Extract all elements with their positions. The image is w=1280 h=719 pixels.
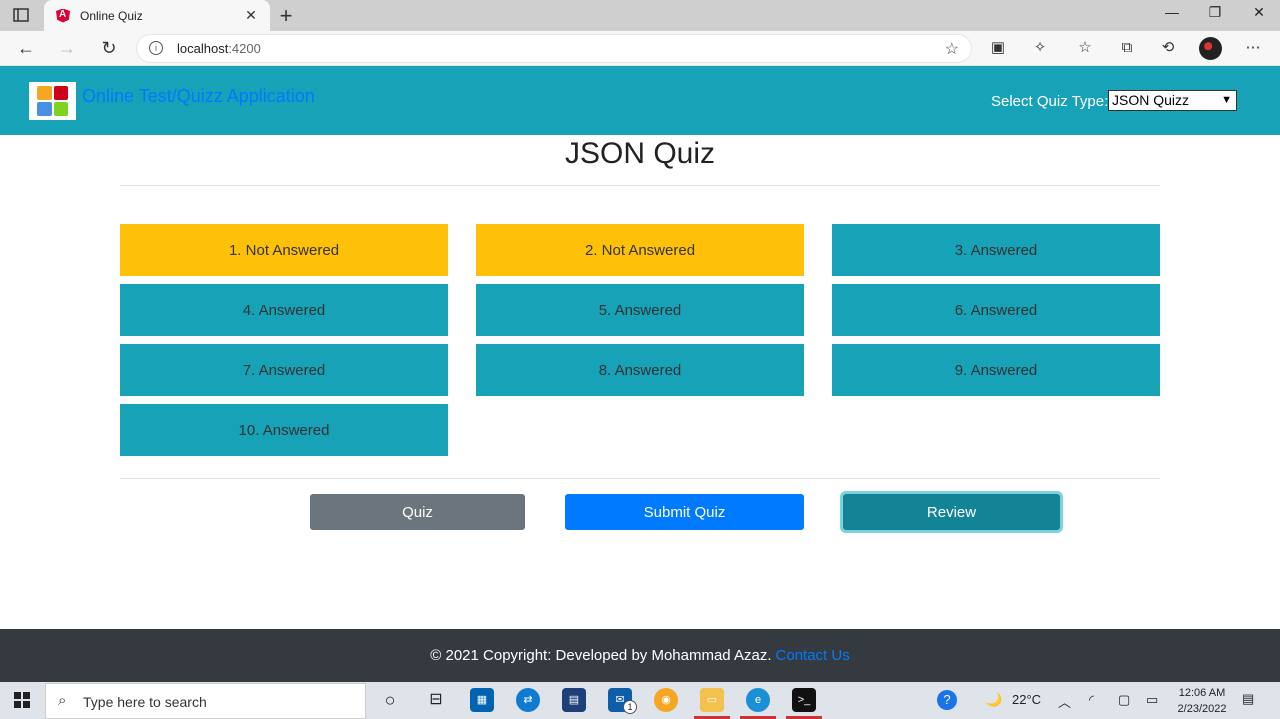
window-close-button[interactable]: ✕ [1237,4,1280,21]
start-tile [23,692,30,699]
divider [120,185,1160,186]
refresh-icon[interactable]: ↻ [96,36,122,60]
file-explorer-icon[interactable]: ▭ [700,688,724,712]
browser-toolbar: ← → ↻ i localhost:4200 ☆ ▣ ✧ ☆ ⧉ ⟲ ⋯ [0,31,1280,66]
mail-badge: 1 [623,700,637,714]
logo-block-4 [53,102,68,116]
url-host: localhost [177,41,229,56]
tab-actions-icon[interactable] [10,6,32,24]
cortana-icon[interactable]: ○ [378,688,402,712]
browser-tab-bar: Online Quiz ✕ + — ❐ ✕ [0,0,1280,31]
question-status-5[interactable]: 5. Answered [476,284,804,336]
browser-tab-online-quiz[interactable]: Online Quiz ✕ [44,0,270,31]
tab-title: Online Quiz [80,8,143,23]
divider [120,478,1160,479]
logo-block-3 [37,102,52,116]
angular-favicon-icon [56,8,70,23]
tab-actions-svg [13,8,29,22]
question-status-10[interactable]: 10. Answered [120,404,448,456]
question-status-4[interactable]: 4. Answered [120,284,448,336]
question-status-2[interactable]: 2. Not Answered [476,224,804,276]
weather-temperature[interactable]: 22°C [1012,692,1041,707]
question-status-9[interactable]: 9. Answered [832,344,1160,396]
help-icon[interactable]: ? [937,690,957,710]
url-port: :4200 [228,41,261,56]
tab-close-icon[interactable]: ✕ [242,7,260,24]
logo-block-2 [53,86,68,100]
windows-start-icon[interactable] [14,692,30,708]
moon-weather-icon[interactable]: 🌙 [986,692,1002,708]
notification-center-icon[interactable]: ▤ [1242,691,1254,707]
more-menu-icon[interactable]: ⋯ [1243,38,1263,58]
site-info-icon[interactable]: i [149,41,163,55]
quiz-type-select[interactable]: JSON Quizz ▼ [1108,90,1237,111]
brand-link[interactable]: Online Test/Quizz Application [82,86,315,107]
brave-browser-icon[interactable]: ◉ [654,688,678,712]
page-title: JSON Quiz [564,137,716,170]
store-icon[interactable]: ▦ [470,688,494,712]
new-tab-button[interactable]: + [275,3,297,29]
question-status-6[interactable]: 6. Answered [832,284,1160,336]
profile-avatar[interactable] [1199,37,1222,60]
history-icon[interactable]: ⟲ [1158,38,1178,58]
app-logo [29,82,76,120]
devtools-icon[interactable]: ▤ [562,688,586,712]
taskbar-search-box[interactable]: ⌕ Type here to search [45,683,366,719]
quiz-type-label: Select Quiz Type: [991,93,1109,110]
clock-time: 12:06 AM [1178,687,1226,699]
minimize-button[interactable]: — [1150,4,1194,20]
battery-icon[interactable]: ▭ [1146,692,1158,708]
app-header: Online Test/Quizz Application Select Qui… [0,66,1280,135]
start-tile [14,701,21,708]
collections-icon[interactable]: ▣ [988,38,1008,58]
quiz-button[interactable]: Quiz [310,494,525,530]
question-status-7[interactable]: 7. Answered [120,344,448,396]
forward-arrow-icon[interactable]: → [54,36,80,60]
question-status-grid: 1. Not Answered 2. Not Answered 3. Answe… [120,224,1160,456]
url-text: localhost:4200 [177,41,261,56]
question-status-8[interactable]: 8. Answered [476,344,804,396]
collections-stack-icon[interactable]: ⧉ [1117,38,1137,58]
start-tile [23,701,30,708]
windows-taskbar: ⌕ Type here to search ○ ⊟ ▦ ⇄ ▤ ✉ 1 ◉ ▭ … [0,682,1280,719]
extensions-icon[interactable]: ✧ [1030,38,1050,58]
address-bar[interactable]: i localhost:4200 ☆ [136,34,972,63]
quiz-type-selected: JSON Quizz [1112,92,1190,108]
edge-browser-icon[interactable]: e [746,688,770,712]
maximize-button[interactable]: ❐ [1193,4,1237,21]
contact-us-link[interactable]: Contact Us [776,647,850,664]
wifi-icon[interactable]: ◜ [1089,692,1094,708]
favorites-icon[interactable]: ☆ [1075,38,1095,58]
taskbar-clock[interactable]: 12:06 AM 2/23/2022 [1172,685,1232,717]
task-view-icon[interactable]: ⊟ [424,688,448,712]
show-hidden-icons-chevron-icon[interactable]: ︿ [1058,692,1071,711]
terminal-icon[interactable]: >_ [792,688,816,712]
review-button[interactable]: Review [843,494,1060,530]
search-placeholder: Type here to search [83,694,207,710]
question-status-3[interactable]: 3. Answered [832,224,1160,276]
question-status-1[interactable]: 1. Not Answered [120,224,448,276]
logo-block-1 [37,86,52,100]
add-favorite-icon[interactable]: ☆ [945,39,959,59]
footer: © 2021 Copyright: Developed by Mohammad … [0,629,1280,682]
search-icon: ⌕ [58,692,67,709]
clock-date: 2/23/2022 [1177,703,1227,715]
chevron-down-icon: ▼ [1221,94,1232,106]
start-tile [14,692,21,699]
meet-now-icon[interactable]: ▢ [1118,692,1130,708]
teamviewer-icon[interactable]: ⇄ [516,688,540,712]
submit-quiz-button[interactable]: Submit Quiz [565,494,804,530]
copyright-text: © 2021 Copyright: Developed by Mohammad … [430,647,772,664]
back-arrow-icon[interactable]: ← [13,36,39,60]
